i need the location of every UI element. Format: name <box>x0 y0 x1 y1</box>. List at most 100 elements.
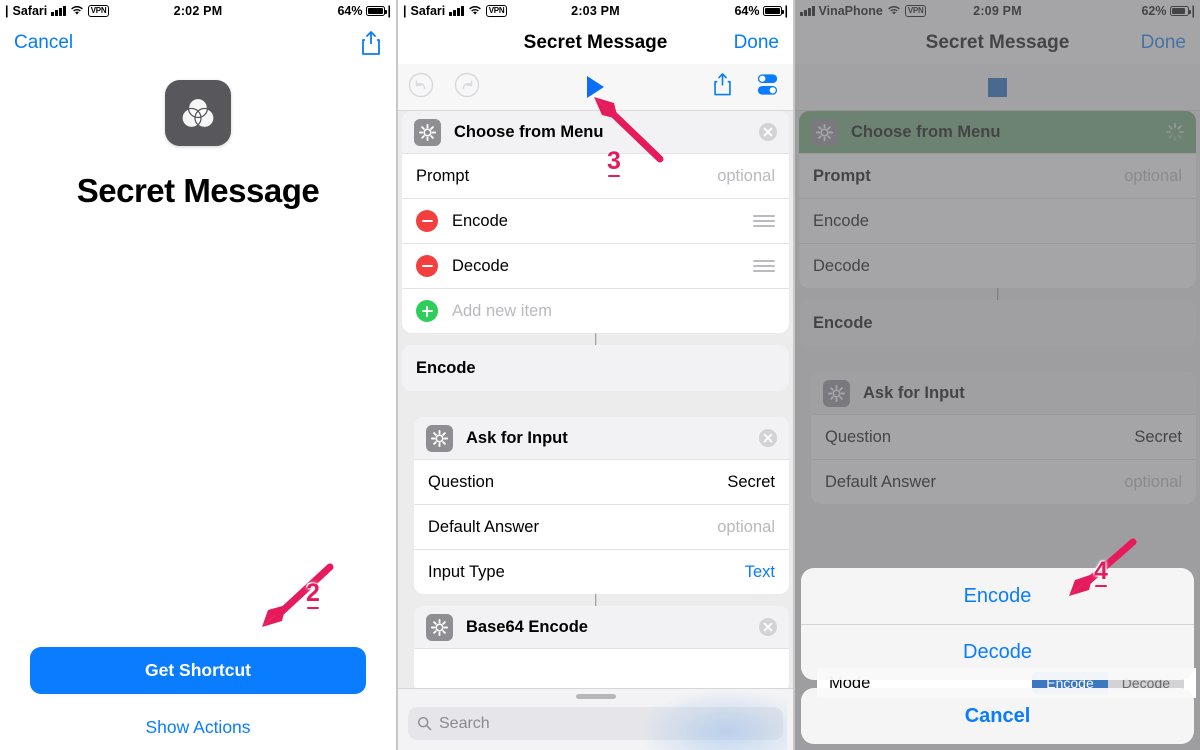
drag-handle-icon[interactable] <box>753 260 775 272</box>
menu-item-row[interactable]: Decode <box>402 243 789 288</box>
action-header[interactable]: Ask for Input <box>414 417 789 459</box>
done-button[interactable]: Done <box>734 32 779 54</box>
row-question[interactable]: Question Secret <box>811 414 1196 459</box>
action-header[interactable]: Base64 Encode <box>414 606 789 648</box>
action-card-choose-from-menu[interactable]: Choose from Menu Prompt optional Encode <box>402 111 789 333</box>
status-bar-right: 64% | <box>734 4 788 18</box>
status-bar: VinaPhone VPN 2:09 PM 62% | <box>795 0 1200 21</box>
get-shortcut-button[interactable]: Get Shortcut <box>30 647 366 694</box>
action-sheet[interactable]: Encode Decode Cancel <box>801 568 1194 744</box>
row-prompt[interactable]: Prompt optional <box>799 153 1196 198</box>
action-title: Ask for Input <box>863 383 965 402</box>
flow-connector <box>795 288 1200 300</box>
panel-shortcut-running: VinaPhone VPN 2:09 PM 62% | Secret Messa… <box>793 0 1200 750</box>
row-prompt[interactable]: Prompt optional <box>402 153 789 198</box>
action-card-choose-from-menu[interactable]: Choose from Menu Prompt optional Encode … <box>799 111 1196 288</box>
status-pipe-icon-right: | <box>1191 3 1196 18</box>
share-icon[interactable] <box>712 72 733 102</box>
sheet-grabber[interactable] <box>575 694 616 699</box>
show-actions-link[interactable]: Show Actions <box>30 717 366 738</box>
drag-handle-icon[interactable] <box>753 215 775 227</box>
row-value: optional <box>717 166 775 185</box>
menu-item-row[interactable]: Encode <box>799 198 1196 243</box>
status-pipe-icon-right: | <box>784 3 789 18</box>
row-default-answer[interactable]: Default Answer optional <box>414 504 789 549</box>
action-header-running[interactable]: Choose from Menu <box>799 111 1196 153</box>
row-input-type[interactable]: Input Type Text <box>414 549 789 594</box>
row-value: optional <box>1124 166 1182 185</box>
minus-circle-icon[interactable] <box>416 255 438 277</box>
menu-item-label: Decode <box>452 256 509 275</box>
status-bar-right: 62% | <box>1141 4 1195 18</box>
flow-connector <box>398 594 793 606</box>
toggles-icon[interactable] <box>754 72 781 102</box>
stop-icon[interactable] <box>988 77 1007 97</box>
battery-percent-label: 64% <box>734 3 760 18</box>
row-question[interactable]: Question Secret <box>414 459 789 504</box>
action-header[interactable]: Choose from Menu <box>402 111 789 153</box>
row-default-answer[interactable]: Default Answer optional <box>811 459 1196 504</box>
menu-item-label: Encode <box>452 211 508 230</box>
battery-icon <box>365 5 387 16</box>
action-title: Ask for Input <box>466 428 568 447</box>
editor-toolbar <box>795 64 1200 111</box>
row-value: optional <box>717 517 775 536</box>
menu-branch-encode[interactable]: Encode <box>402 345 789 391</box>
panel-shortcut-editor: | Safari VPN 2:03 PM 64% | Secret Messag… <box>396 0 793 750</box>
close-icon[interactable] <box>758 617 778 637</box>
minus-circle-icon[interactable] <box>416 210 438 232</box>
row-label: Prompt <box>813 166 871 185</box>
menu-item-row[interactable]: Decode <box>799 243 1196 288</box>
editor-canvas[interactable]: Choose from Menu Prompt optional Encode <box>398 111 793 750</box>
sheet-option-decode[interactable]: Decode <box>801 624 1194 680</box>
menu-branch-encode[interactable]: Encode <box>799 300 1196 346</box>
page-title: Secret Message <box>76 172 320 209</box>
battery-icon <box>762 5 784 16</box>
search-icon <box>417 716 432 731</box>
row-label: Question <box>428 472 495 491</box>
row-value: Secret <box>727 472 775 491</box>
menu-item-row[interactable]: Encode <box>402 198 789 243</box>
page-title: Secret Message <box>925 31 1070 53</box>
row-value: optional <box>1124 472 1182 491</box>
action-card-ask-for-input[interactable]: Ask for Input Question Secret Default An… <box>414 417 789 594</box>
status-pipe-icon-right: | <box>387 3 392 18</box>
status-bar-right: 64% | <box>337 4 391 18</box>
search-input[interactable]: Search <box>408 707 783 740</box>
editor-toolbar <box>398 64 793 111</box>
sheet-option-encode[interactable]: Encode <box>801 568 1194 624</box>
annotation-number-3: 3 <box>607 147 621 177</box>
action-search-bar[interactable]: Search <box>398 688 793 750</box>
gear-icon <box>811 118 838 146</box>
nav-bar: Secret Message Done <box>795 21 1200 64</box>
battery-percent-label: 62% <box>1141 3 1167 18</box>
cancel-button[interactable]: Cancel <box>801 688 1194 744</box>
screenshot-collage: | Safari VPN 2:02 PM 64% | Cancel Secret… <box>0 0 1200 750</box>
cancel-button[interactable]: Cancel <box>14 32 73 54</box>
row-value: Secret <box>1134 427 1182 446</box>
status-bar: | Safari VPN 2:03 PM 64% | <box>398 0 793 21</box>
add-new-item-label: Add new item <box>452 301 552 320</box>
battery-icon <box>1169 5 1191 16</box>
close-icon[interactable] <box>758 122 778 142</box>
spinner-icon <box>1165 122 1185 142</box>
venn-circles-icon <box>165 80 231 146</box>
close-icon[interactable] <box>758 428 778 448</box>
add-new-item-row[interactable]: Add new item <box>402 288 789 333</box>
nav-bar: Cancel <box>0 21 396 64</box>
action-header[interactable]: Ask for Input <box>811 372 1196 414</box>
status-time: 2:09 PM <box>973 3 1022 18</box>
nav-bar: Secret Message Done <box>398 21 793 64</box>
play-icon[interactable] <box>587 76 604 98</box>
action-card-ask-for-input[interactable]: Ask for Input Question Secret Default An… <box>811 372 1196 504</box>
plus-circle-icon[interactable] <box>416 300 438 322</box>
stop-button-wrap <box>795 77 1200 97</box>
action-card-base64-encode[interactable]: Base64 Encode <box>414 606 789 693</box>
row-value: Text <box>744 562 775 581</box>
gear-icon <box>414 118 441 146</box>
share-icon[interactable] <box>360 30 382 56</box>
annotation-number-4: 4 <box>1094 557 1108 587</box>
done-button[interactable]: Done <box>1141 32 1186 54</box>
row-placeholder <box>414 648 789 693</box>
annotation-arrow-2 <box>252 563 337 633</box>
